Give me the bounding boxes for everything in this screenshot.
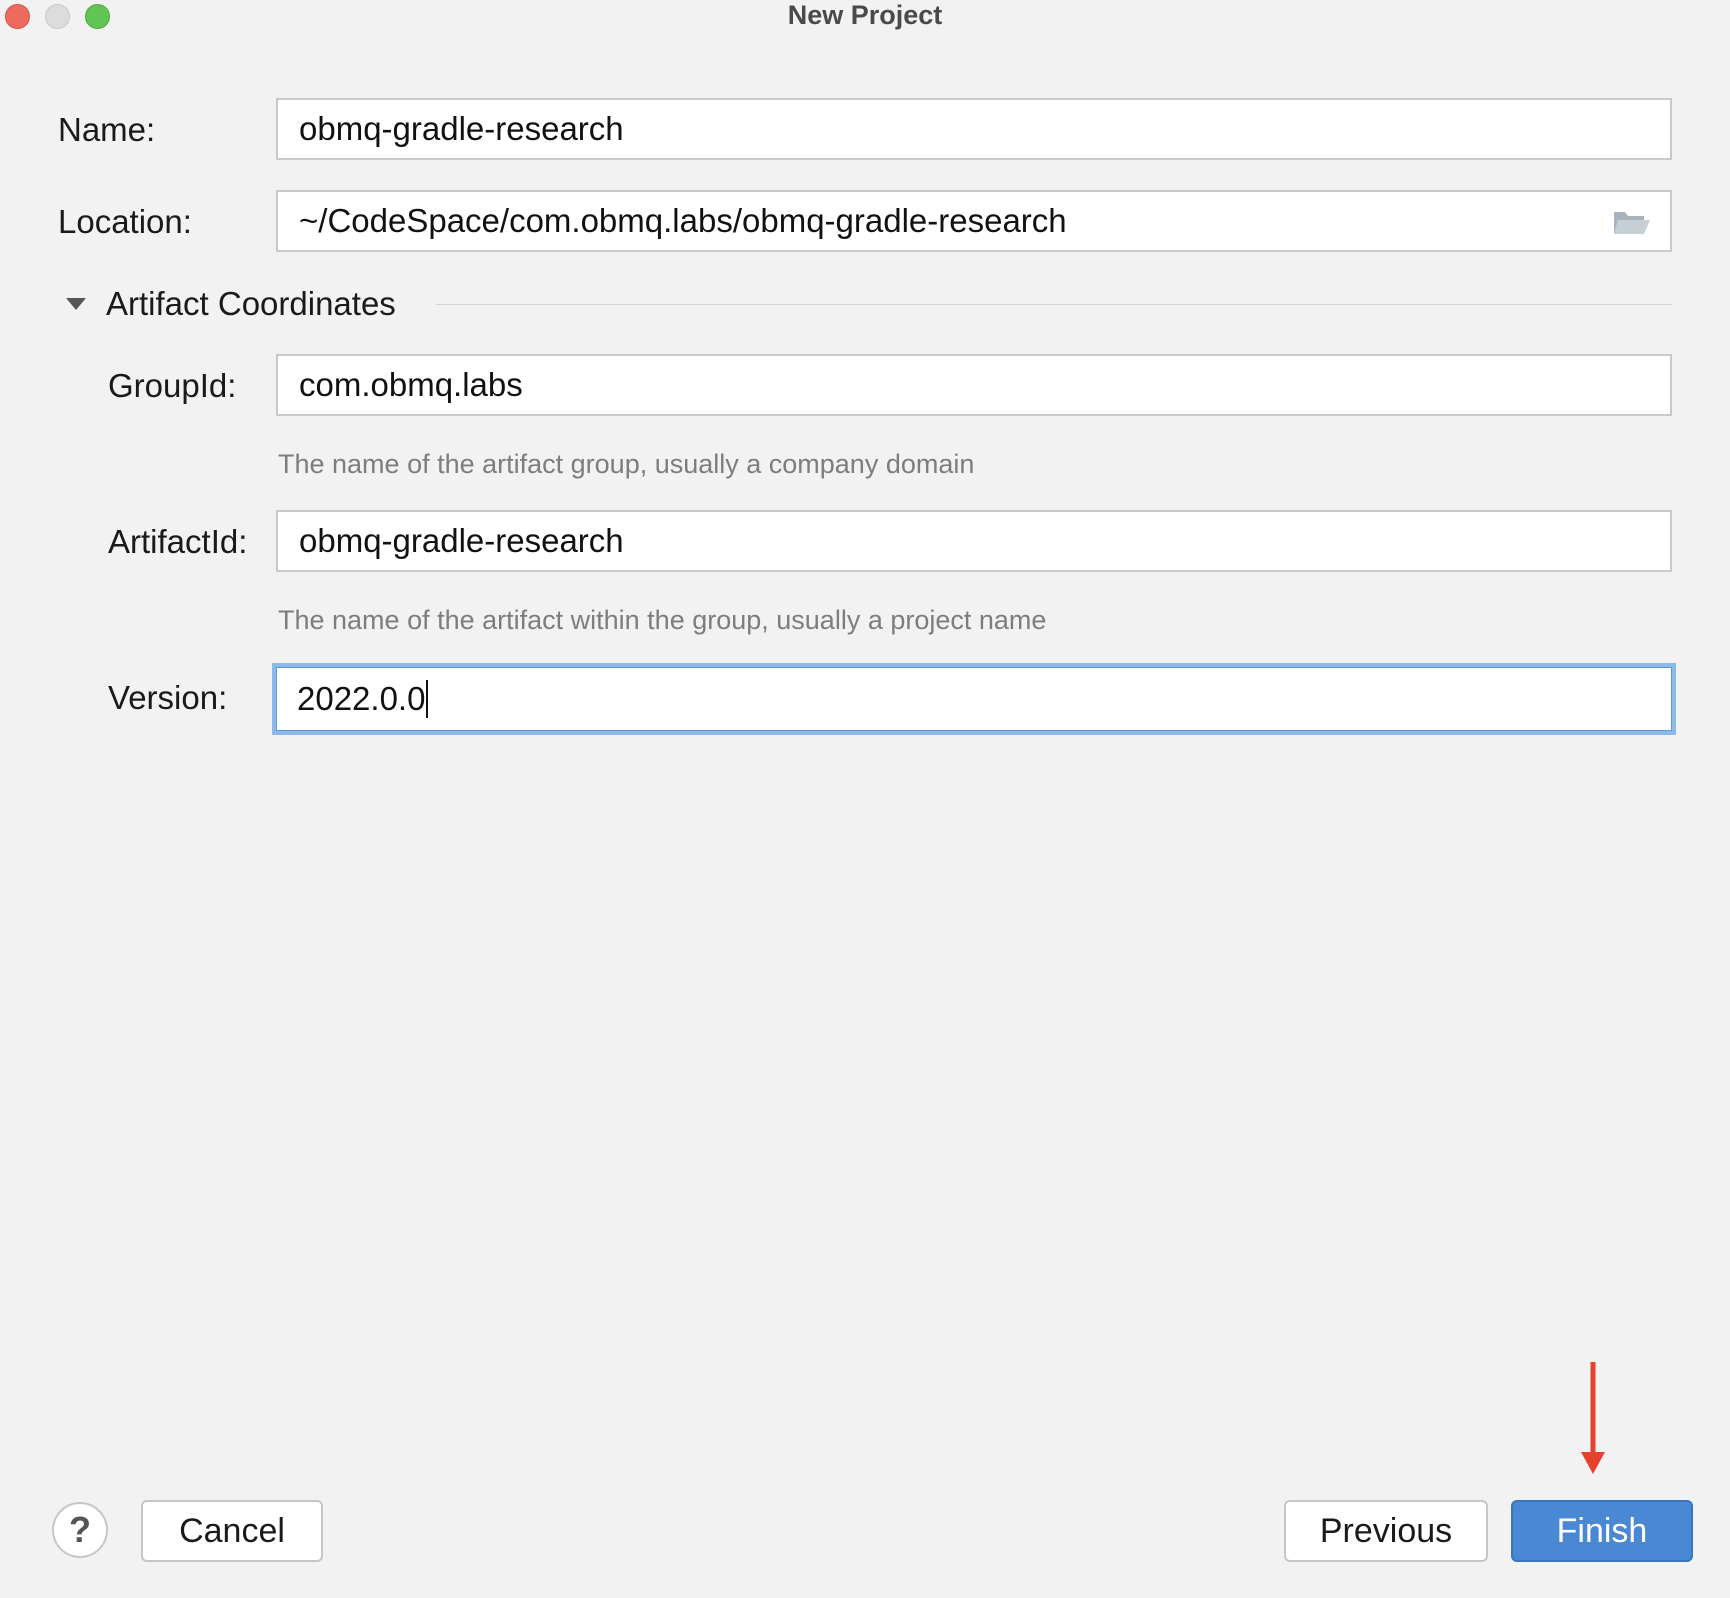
name-value: obmq-gradle-research [299,110,624,147]
finish-button[interactable]: Finish [1511,1500,1693,1562]
folder-open-icon[interactable] [1612,208,1650,236]
location-label: Location: [58,203,192,240]
artifact-id-value: obmq-gradle-research [299,522,624,559]
artifact-coordinates-section[interactable]: Artifact Coordinates [64,284,1672,324]
group-id-label: GroupId: [108,367,237,404]
window-title: New Project [787,0,943,30]
version-label: Version: [108,679,228,716]
title-bar: New Project [0,0,1730,32]
location-value: ~/CodeSpace/com.obmq.labs/obmq-gradle-re… [299,202,1067,239]
triangle-down-icon[interactable] [64,296,88,312]
previous-button[interactable]: Previous [1284,1500,1488,1562]
group-id-hint: The name of the artifact group, usually … [278,449,975,479]
section-title: Artifact Coordinates [106,285,396,322]
help-button[interactable]: ? [52,1502,108,1558]
location-input[interactable]: ~/CodeSpace/com.obmq.labs/obmq-gradle-re… [276,190,1672,252]
name-input[interactable]: obmq-gradle-research [276,98,1672,160]
artifact-id-input[interactable]: obmq-gradle-research [276,510,1672,572]
version-input[interactable]: 2022.0.0 [272,663,1676,735]
version-value: 2022.0.0 [297,680,426,717]
group-id-input[interactable]: com.obmq.labs [276,354,1672,416]
artifact-id-hint: The name of the artifact within the grou… [278,605,1047,635]
group-id-value: com.obmq.labs [299,366,523,403]
new-project-dialog: New Project Name: obmq-gradle-research L… [0,0,1730,1598]
text-caret [426,680,429,719]
annotation-arrow-icon [1581,1362,1605,1474]
name-label: Name: [58,111,156,148]
section-divider [436,304,1672,305]
artifact-id-label: ArtifactId: [108,523,248,560]
cancel-button[interactable]: Cancel [141,1500,323,1562]
